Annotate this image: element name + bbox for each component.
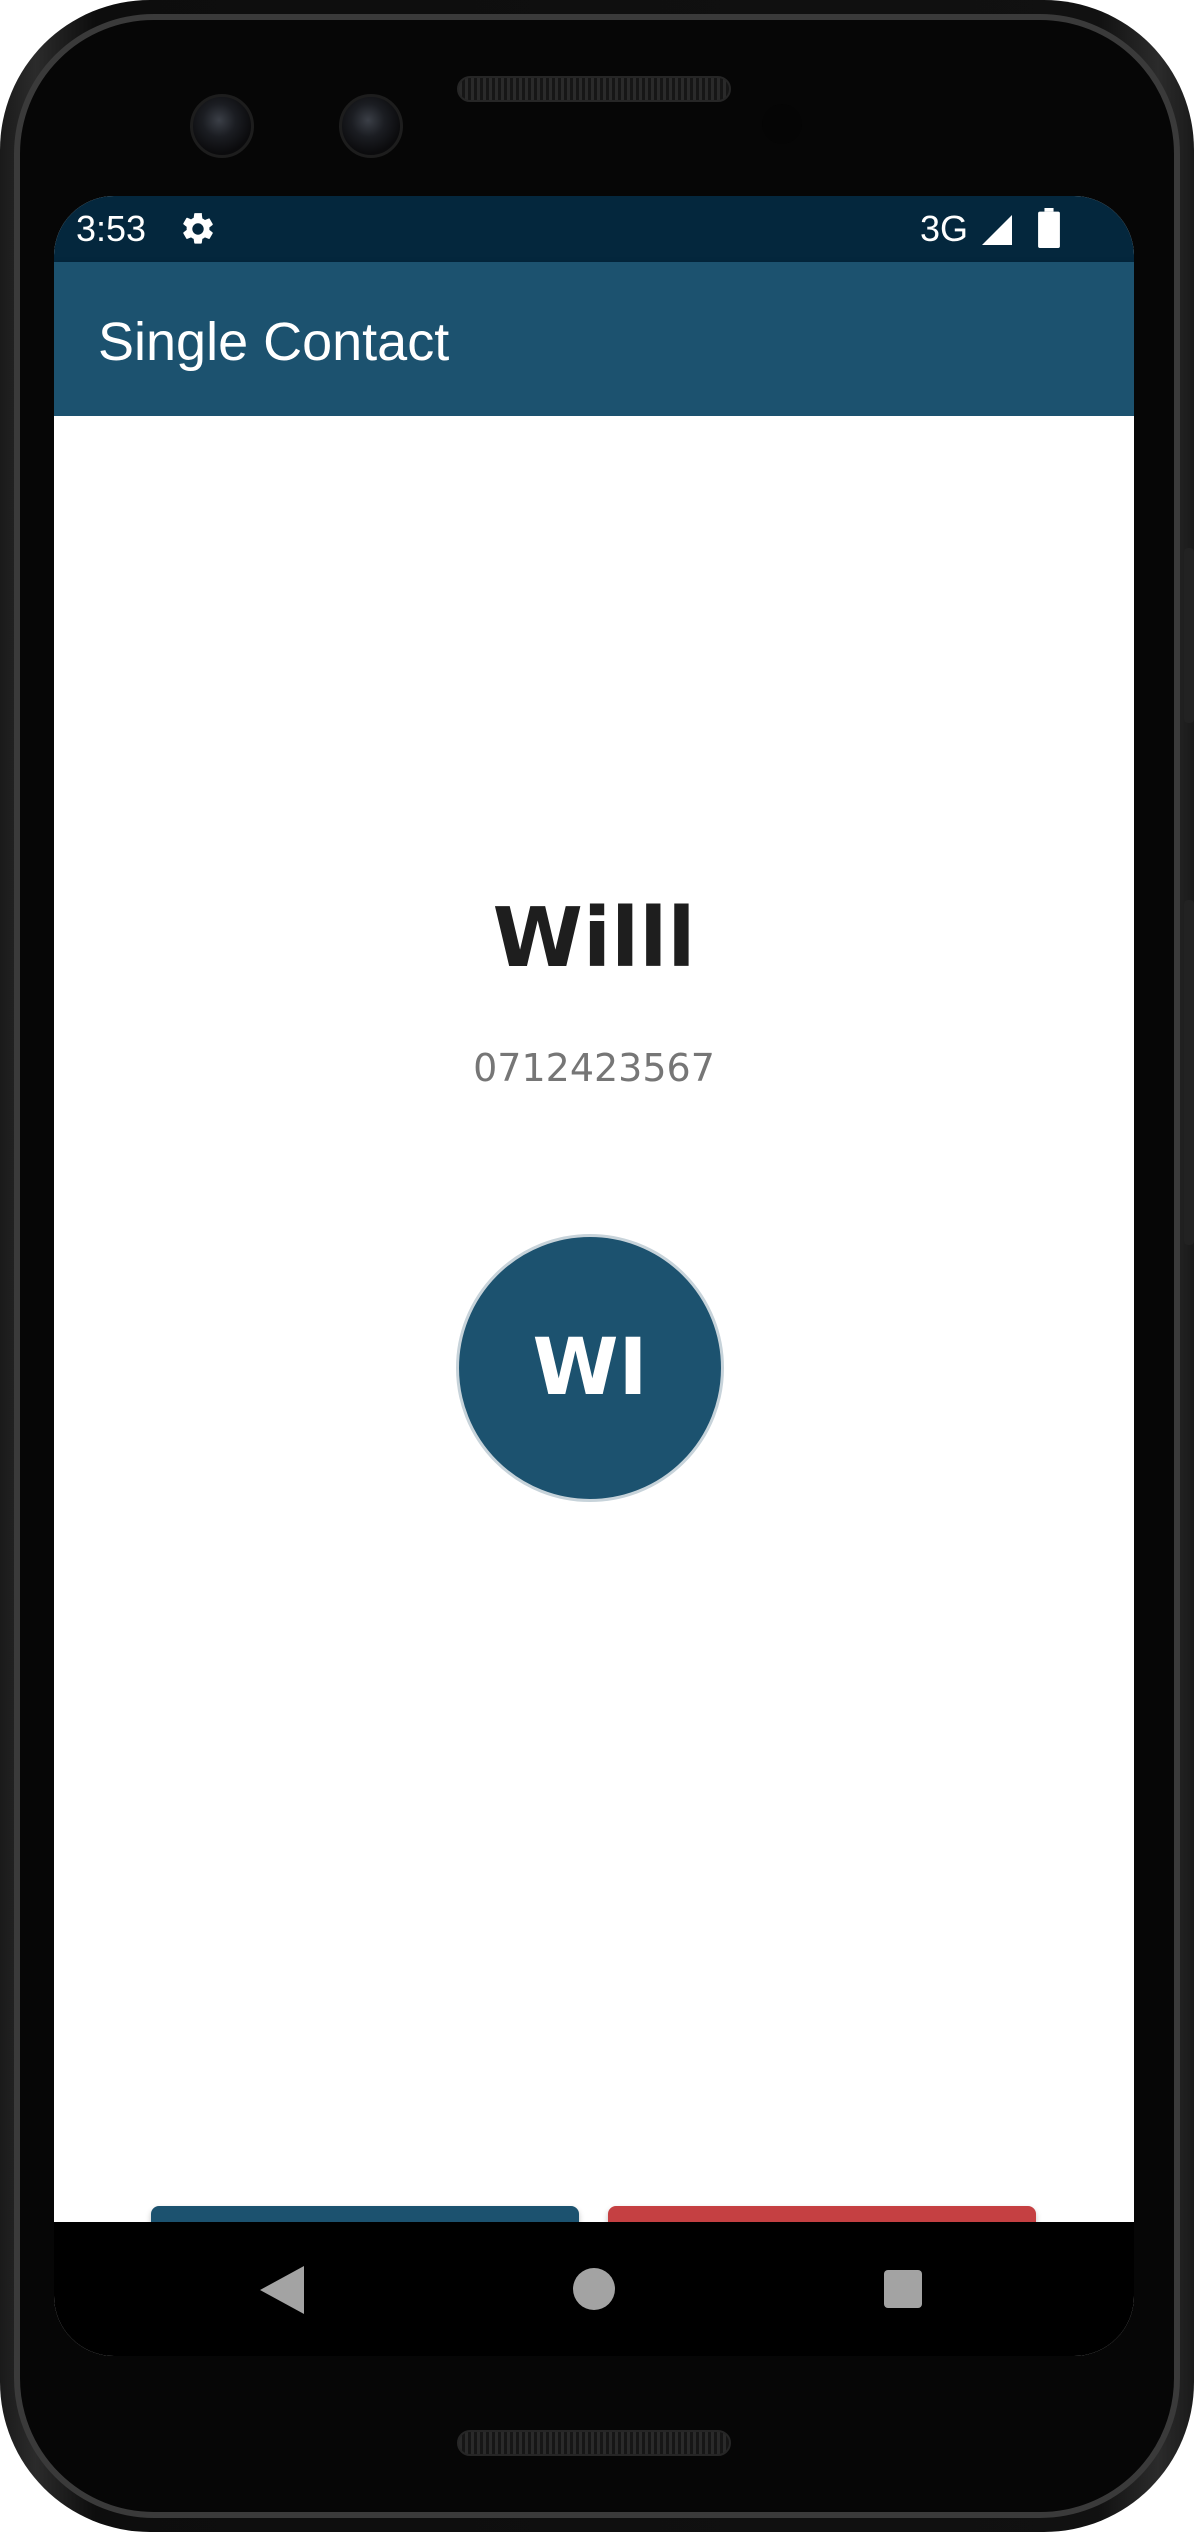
app-bar: Single Contact: [54, 262, 1134, 416]
status-time: 3:53: [76, 208, 147, 249]
recents-icon[interactable]: [884, 2270, 922, 2308]
contact-phone: 0712423567: [473, 1046, 715, 1090]
battery-icon: [1038, 208, 1060, 248]
contact-name: Willl: [492, 891, 696, 986]
power-button: [1184, 548, 1194, 723]
network-type-label: 3G: [920, 208, 969, 249]
back-icon[interactable]: [260, 2266, 304, 2314]
proximity-sensor: [762, 104, 802, 144]
page-title: Single Contact: [98, 312, 450, 372]
bottom-speaker: [457, 2430, 731, 2456]
front-camera-icon: [190, 94, 254, 158]
gear-icon: [183, 213, 213, 244]
earpiece-speaker: [457, 76, 731, 102]
avatar: WI: [456, 1234, 724, 1502]
navigation-bar: [54, 2222, 1134, 2356]
contact-detail: Willl 0712423567 WI UPDATE DELETE: [54, 416, 1134, 2306]
screen: 3:53 3G Single Contact Willl 0712423567 …: [54, 196, 1134, 2356]
phone-frame: 3:53 3G Single Contact Willl 0712423567 …: [0, 0, 1194, 2532]
front-camera-icon: [339, 94, 403, 158]
status-bar: 3:53 3G: [54, 196, 1134, 262]
volume-button: [1184, 900, 1194, 1245]
signal-icon: [982, 215, 1012, 245]
home-icon[interactable]: [573, 2268, 615, 2310]
